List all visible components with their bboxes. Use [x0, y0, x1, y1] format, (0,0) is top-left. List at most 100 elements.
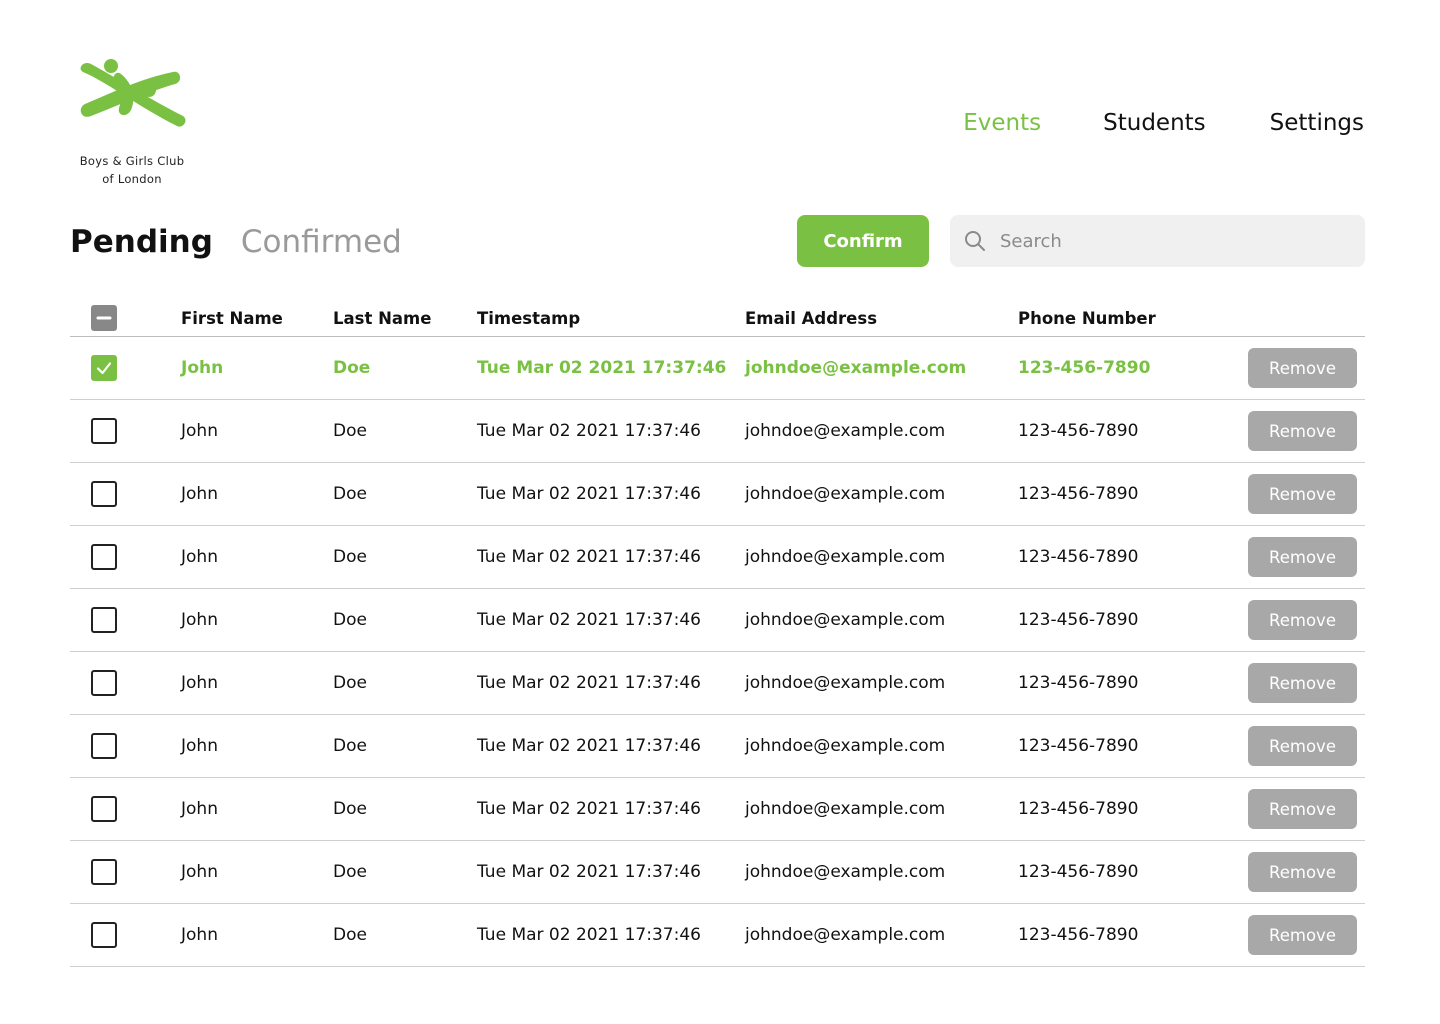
search-box[interactable]: [950, 215, 1365, 267]
action-cell: Remove: [1248, 400, 1357, 462]
row-select-cell: [91, 400, 117, 462]
remove-button[interactable]: Remove: [1248, 726, 1357, 766]
last-name-cell: Doe: [333, 799, 367, 819]
remove-button[interactable]: Remove: [1248, 915, 1357, 955]
tab-pending[interactable]: Pending: [70, 222, 213, 262]
row-select-cell: [91, 337, 117, 399]
row-checkbox[interactable]: [91, 544, 117, 570]
row-checkbox[interactable]: [91, 922, 117, 948]
phone-cell: 123-456-7890: [1018, 673, 1139, 693]
action-cell: Remove: [1248, 463, 1357, 525]
phone-cell: 123-456-7890: [1018, 547, 1139, 567]
email-cell: johndoe@example.com: [745, 421, 946, 441]
first-name-cell: John: [181, 925, 218, 945]
main-nav: Events Students Settings: [963, 107, 1364, 139]
tab-confirmed[interactable]: Confirmed: [241, 222, 402, 262]
table-header: First Name Last Name Timestamp Email Add…: [70, 300, 1365, 337]
table-row: John Doe Tue Mar 02 2021 17:37:46 johndo…: [70, 526, 1365, 589]
action-cell: Remove: [1248, 526, 1357, 588]
last-name-cell: Doe: [333, 547, 367, 567]
first-name-cell: John: [181, 862, 218, 882]
confirm-button[interactable]: Confirm: [797, 215, 929, 267]
minus-icon: [96, 316, 112, 320]
table-row: John Doe Tue Mar 02 2021 17:37:46 johndo…: [70, 337, 1365, 400]
row-checkbox[interactable]: [91, 859, 117, 885]
table-row: John Doe Tue Mar 02 2021 17:37:46 johndo…: [70, 589, 1365, 652]
row-checkbox[interactable]: [91, 607, 117, 633]
timestamp-cell: Tue Mar 02 2021 17:37:46: [477, 484, 701, 504]
email-cell: johndoe@example.com: [745, 862, 946, 882]
last-name-cell: Doe: [333, 736, 367, 756]
search-input[interactable]: [998, 229, 1342, 253]
row-checkbox[interactable]: [91, 733, 117, 759]
action-cell: Remove: [1248, 904, 1357, 966]
email-cell: johndoe@example.com: [745, 925, 946, 945]
header-select-cell: [91, 300, 117, 336]
nav-item-students[interactable]: Students: [1103, 107, 1206, 139]
column-header-first-name[interactable]: First Name: [181, 300, 283, 336]
row-checkbox[interactable]: [91, 355, 117, 381]
remove-button[interactable]: Remove: [1248, 537, 1357, 577]
row-checkbox[interactable]: [91, 796, 117, 822]
table-row: John Doe Tue Mar 02 2021 17:37:46 johndo…: [70, 652, 1365, 715]
checkmark-icon: [96, 362, 112, 375]
row-checkbox[interactable]: [91, 481, 117, 507]
last-name-cell: Doe: [333, 484, 367, 504]
select-all-checkbox[interactable]: [91, 305, 117, 331]
remove-button[interactable]: Remove: [1248, 600, 1357, 640]
email-cell: johndoe@example.com: [745, 358, 967, 378]
remove-button[interactable]: Remove: [1248, 474, 1357, 514]
column-header-timestamp[interactable]: Timestamp: [477, 300, 580, 336]
row-checkbox[interactable]: [91, 670, 117, 696]
remove-button[interactable]: Remove: [1248, 348, 1357, 388]
action-cell: Remove: [1248, 841, 1357, 903]
first-name-cell: John: [181, 736, 218, 756]
column-header-phone[interactable]: Phone Number: [1018, 300, 1156, 336]
timestamp-cell: Tue Mar 02 2021 17:37:46: [477, 547, 701, 567]
action-cell: Remove: [1248, 778, 1357, 840]
club-name-line1: Boys & Girls Club: [79, 154, 185, 168]
timestamp-cell: Tue Mar 02 2021 17:37:46: [477, 421, 701, 441]
remove-button[interactable]: Remove: [1248, 789, 1357, 829]
action-cell: Remove: [1248, 652, 1357, 714]
row-checkbox[interactable]: [91, 418, 117, 444]
phone-cell: 123-456-7890: [1018, 862, 1139, 882]
email-cell: johndoe@example.com: [745, 610, 946, 630]
row-select-cell: [91, 841, 117, 903]
timestamp-cell: Tue Mar 02 2021 17:37:46: [477, 925, 701, 945]
first-name-cell: John: [181, 421, 218, 441]
phone-cell: 123-456-7890: [1018, 610, 1139, 630]
table-row: John Doe Tue Mar 02 2021 17:37:46 johndo…: [70, 778, 1365, 841]
first-name-cell: John: [181, 358, 224, 378]
last-name-cell: Doe: [333, 421, 367, 441]
status-tabs: Pending Confirmed: [70, 222, 430, 262]
column-header-email[interactable]: Email Address: [745, 300, 877, 336]
club-logo[interactable]: Boys & Girls Club of London: [72, 56, 192, 188]
row-select-cell: [91, 526, 117, 588]
nav-item-events[interactable]: Events: [963, 107, 1041, 139]
email-cell: johndoe@example.com: [745, 673, 946, 693]
phone-cell: 123-456-7890: [1018, 484, 1139, 504]
email-cell: johndoe@example.com: [745, 799, 946, 819]
last-name-cell: Doe: [333, 610, 367, 630]
nav-item-settings[interactable]: Settings: [1270, 107, 1364, 139]
row-select-cell: [91, 904, 117, 966]
phone-cell: 123-456-7890: [1018, 358, 1151, 378]
remove-button[interactable]: Remove: [1248, 852, 1357, 892]
remove-button[interactable]: Remove: [1248, 411, 1357, 451]
table-row: John Doe Tue Mar 02 2021 17:37:46 johndo…: [70, 400, 1365, 463]
email-cell: johndoe@example.com: [745, 736, 946, 756]
column-header-last-name[interactable]: Last Name: [333, 300, 431, 336]
first-name-cell: John: [181, 610, 218, 630]
row-select-cell: [91, 778, 117, 840]
first-name-cell: John: [181, 673, 218, 693]
remove-button[interactable]: Remove: [1248, 663, 1357, 703]
last-name-cell: Doe: [333, 673, 367, 693]
club-logo-icon: [80, 59, 186, 127]
action-cell: Remove: [1248, 589, 1357, 651]
table-row: John Doe Tue Mar 02 2021 17:37:46 johndo…: [70, 463, 1365, 526]
table-body: John Doe Tue Mar 02 2021 17:37:46 johndo…: [70, 337, 1365, 967]
row-select-cell: [91, 463, 117, 525]
timestamp-cell: Tue Mar 02 2021 17:37:46: [477, 736, 701, 756]
club-name: Boys & Girls Club of London: [72, 152, 192, 188]
